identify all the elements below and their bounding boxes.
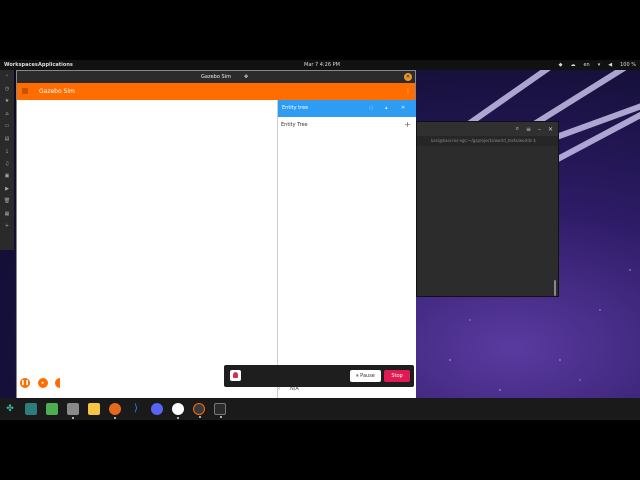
battery-level[interactable]: 100 % [620, 62, 636, 68]
terminal-window[interactable]: ⌕ ≡ – ✕ kasi@kasi-ros-vgc:~/gzprojects/w… [416, 121, 559, 297]
entity-tree-panel-header: Entity tree ◌ ▴ ✕ [278, 100, 416, 117]
step-button[interactable]: ▸ [38, 378, 48, 388]
discord-icon[interactable] [151, 403, 163, 415]
window-title: Gazebo Sim [201, 74, 231, 80]
desktop-icon[interactable]: ▭ [0, 120, 14, 133]
terminal-scrollbar[interactable] [554, 280, 556, 296]
screen-sharing-bar: ⏸ Pause Stop [224, 365, 414, 387]
show-apps-icon[interactable] [46, 403, 58, 415]
step-size-button[interactable] [55, 378, 60, 388]
menu-icon[interactable] [22, 88, 28, 94]
panel-collapse-icon[interactable]: ▴ [385, 100, 388, 117]
documents-icon[interactable]: ▤ [0, 133, 14, 146]
file-manager-sidebar: ‹ ◷ ★ ⌂ ▭ ▤ ⤓ ♫ ▣ ▶ 🗑 ▦ + [0, 70, 14, 250]
wifi-icon[interactable]: ▾ [598, 62, 601, 68]
stop-sharing-button[interactable]: Stop [384, 370, 410, 382]
pause-sharing-button[interactable]: ⏸ Pause [350, 370, 381, 382]
scene-3d-viewport[interactable] [17, 100, 277, 399]
back-icon[interactable]: ‹ [0, 70, 14, 83]
clock[interactable]: Mar 7 4:26 PM [304, 62, 340, 68]
other-locations-icon[interactable]: + [0, 220, 14, 233]
app-grid-icon[interactable]: ✤ [4, 403, 16, 415]
music-icon[interactable]: ♫ [0, 158, 14, 171]
panel-settings-icon[interactable]: ◌ [369, 100, 373, 117]
recent-icon[interactable]: ◷ [0, 83, 14, 96]
hamburger-menu-icon[interactable]: ≡ [526, 126, 531, 133]
move-cursor-icon: ✥ [244, 74, 249, 80]
dropbox-icon[interactable]: ☁ [570, 62, 575, 68]
gazebo-icon[interactable] [193, 403, 205, 418]
add-entity-icon[interactable]: + [404, 117, 411, 133]
text-editor-icon[interactable] [88, 403, 100, 415]
downloads-icon[interactable]: ⤓ [0, 145, 14, 158]
entity-tree-panel-title: Entity tree [282, 105, 309, 111]
firefox-icon[interactable] [109, 403, 121, 419]
search-icon[interactable]: ⌕ [516, 125, 519, 133]
system-monitor-icon[interactable] [25, 403, 37, 415]
pictures-icon[interactable]: ▣ [0, 170, 14, 183]
entity-tree-panel: Entity tree ◌ ▴ ✕ Entity Tree + ‹ N/A [277, 100, 416, 399]
close-icon[interactable]: ✕ [548, 126, 553, 133]
minimize-icon[interactable]: – [538, 126, 541, 133]
starred-icon[interactable]: ★ [0, 95, 14, 108]
drive-icon[interactable]: ▦ [0, 208, 14, 221]
system-tray[interactable]: ◆ ☁ en ▾ ◀ 100 % [559, 62, 636, 68]
terminal-titlebar[interactable]: ⌕ ≡ – ✕ [417, 122, 558, 136]
play-pause-button[interactable]: ❚❚ [20, 378, 30, 388]
terminal-tab[interactable]: kasi@kasi-ros-vgc:~/gzprojects/world_tes… [417, 136, 558, 146]
language-indicator[interactable]: en [583, 62, 589, 68]
vscode-icon[interactable]: ⟩ [130, 403, 142, 415]
entity-tree-label: Entity Tree [281, 122, 308, 128]
files-icon[interactable] [67, 403, 79, 419]
trash-icon[interactable]: 🗑 [0, 195, 14, 208]
window-close-icon[interactable]: ✕ [404, 73, 412, 81]
top-bar: Workspaces Applications Mar 7 4:26 PM ◆ … [0, 60, 640, 70]
videos-icon[interactable]: ▶ [0, 183, 14, 196]
panel-close-icon[interactable]: ✕ [401, 100, 405, 117]
volume-icon[interactable]: ◀ [608, 62, 612, 68]
workspaces-button[interactable]: Workspaces [4, 62, 38, 68]
home-icon[interactable]: ⌂ [0, 108, 14, 121]
gazebo-window[interactable]: Gazebo Sim ✥ ✕ Gazebo Sim ⋮ Entity tree … [16, 70, 416, 399]
gazebo-titlebar[interactable]: Gazebo Sim ✥ ✕ [17, 71, 415, 83]
gazebo-header-title: Gazebo Sim [39, 88, 75, 95]
applications-menu[interactable]: Applications [38, 62, 73, 68]
entity-tree-row[interactable]: Entity Tree + [278, 117, 416, 133]
terminal-icon[interactable] [214, 403, 226, 418]
screen: Workspaces Applications Mar 7 4:26 PM ◆ … [0, 0, 640, 480]
dock: ✤ ⟩ [0, 398, 640, 420]
gazebo-header: Gazebo Sim ⋮ [17, 83, 415, 100]
network-icon[interactable]: ◆ [559, 62, 563, 68]
chrome-icon[interactable] [172, 403, 184, 419]
more-options-icon[interactable]: ⋮ [405, 83, 411, 100]
screen-recorder-icon [230, 370, 241, 381]
